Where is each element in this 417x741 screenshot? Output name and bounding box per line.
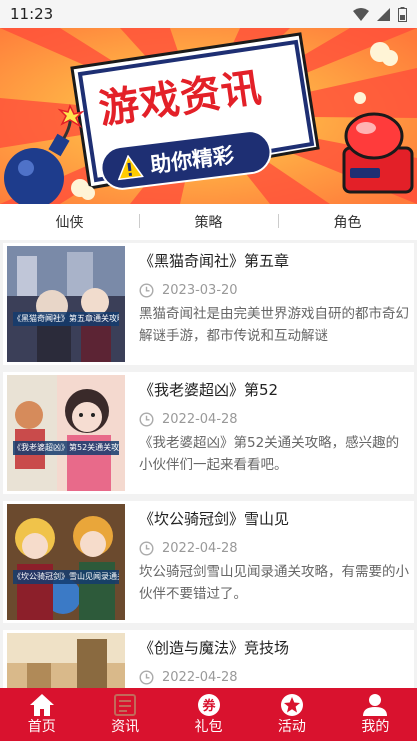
banner[interactable]: 游戏资讯 助你精彩 — [0, 28, 417, 204]
clock-icon — [139, 282, 154, 298]
banner-subtitle: 助你精彩 — [148, 143, 236, 178]
thumbnail-caption: 《我老婆超凶》第52关通关攻略 — [13, 441, 119, 455]
tab-strategy[interactable]: 策略 — [139, 212, 278, 232]
status-time: 11:23 — [10, 5, 54, 23]
news-date: 2022-04-28 — [162, 540, 238, 556]
status-icons — [353, 6, 407, 22]
news-item[interactable]: 《黑猫奇闻社》第五章通关攻略 《黑猫奇闻社》第五章 2023-03-20 黑猫奇… — [3, 243, 414, 365]
news-thumbnail — [7, 633, 125, 688]
nav-label: 首页 — [27, 719, 56, 735]
nav-label: 礼包 — [194, 719, 223, 735]
news-title: 《创造与魔法》竞技场 — [139, 639, 290, 657]
nav-label: 活动 — [277, 719, 306, 735]
news-thumbnail: 《黑猫奇闻社》第五章通关攻略 — [7, 246, 125, 362]
nav-home[interactable]: 首页 — [0, 688, 83, 741]
news-title: 《坎公骑冠剑》雪山见 — [139, 510, 290, 528]
signal-icon — [377, 7, 390, 21]
news-item[interactable]: 《创造与魔法》竞技场 2022-04-28 — [3, 630, 414, 688]
news-title: 《黑猫奇闻社》第五章 — [139, 252, 290, 270]
nav-label: 我的 — [361, 719, 390, 735]
nav-label: 资讯 — [111, 719, 140, 735]
category-tabs: 仙侠 策略 角色 — [0, 204, 417, 240]
news-description: 《我老婆超凶》第52关通关攻略，感兴趣的小伙伴们一起来看看吧。 — [139, 435, 400, 473]
news-body: 《我老婆超凶》第52 2022-04-28 《我老婆超凶》第52关通关攻略，感兴… — [125, 372, 414, 494]
news-date-row: 2022-04-28 — [139, 668, 410, 686]
news-item[interactable]: 《坎公骑冠剑》雪山见闻录通关攻略 《坎公骑冠剑》雪山见 2022-04-28 坎… — [3, 501, 414, 623]
bottom-nav: 首页 资讯 券 礼包 活动 我的 — [0, 688, 417, 741]
thumbnail-caption: 《黑猫奇闻社》第五章通关攻略 — [13, 312, 119, 326]
user-icon — [363, 694, 388, 716]
tab-role[interactable]: 角色 — [278, 212, 417, 232]
news-date-row: 2022-04-28 — [139, 539, 410, 557]
warning-icon — [117, 154, 144, 181]
nav-profile[interactable]: 我的 — [334, 688, 417, 741]
news-thumbnail: 《我老婆超凶》第52关通关攻略 — [7, 375, 125, 491]
nav-gift[interactable]: 券 礼包 — [167, 688, 250, 741]
news-date: 2022-04-28 — [162, 411, 238, 427]
status-bar: 11:23 — [0, 0, 417, 28]
svg-text:券: 券 — [201, 698, 216, 714]
tab-xianxia[interactable]: 仙侠 — [0, 212, 139, 232]
news-thumbnail: 《坎公骑冠剑》雪山见闻录通关攻略 — [7, 504, 125, 620]
news-body: 《黑猫奇闻社》第五章 2023-03-20 黑猫奇闻社是由完美世界游戏自研的都市… — [125, 243, 414, 365]
news-body: 《创造与魔法》竞技场 2022-04-28 — [125, 630, 414, 688]
battery-icon — [398, 6, 407, 22]
news-title: 《我老婆超凶》第52 — [139, 381, 279, 399]
news-date-row: 2022-04-28 — [139, 410, 410, 428]
clock-icon — [139, 669, 154, 685]
news-body: 《坎公骑冠剑》雪山见 2022-04-28 坎公骑冠剑雪山见闻录通关攻略，有需要… — [125, 501, 414, 623]
home-icon — [29, 694, 54, 716]
news-date: 2023-03-20 — [162, 282, 238, 298]
news-date: 2022-04-28 — [162, 669, 238, 685]
nav-news[interactable]: 资讯 — [83, 688, 166, 741]
news-description: 黑猫奇闻社是由完美世界游戏自研的都市奇幻解谜手游，都市传说和互动解谜 — [139, 306, 409, 344]
coupon-icon: 券 — [197, 694, 220, 716]
news-list: 《黑猫奇闻社》第五章通关攻略 《黑猫奇闻社》第五章 2023-03-20 黑猫奇… — [0, 240, 417, 688]
wifi-icon — [353, 7, 369, 21]
thumbnail-caption: 《坎公骑冠剑》雪山见闻录通关攻略 — [13, 570, 119, 584]
nav-activity[interactable]: 活动 — [250, 688, 333, 741]
news-description: 坎公骑冠剑雪山见闻录通关攻略，有需要的小伙伴不要错过了。 — [139, 564, 409, 602]
news-item[interactable]: 《我老婆超凶》第52关通关攻略 《我老婆超凶》第52 2022-04-28 《我… — [3, 372, 414, 494]
news-date-row: 2023-03-20 — [139, 281, 410, 299]
clock-icon — [139, 540, 154, 556]
clock-icon — [139, 411, 154, 427]
activity-icon — [280, 694, 303, 716]
news-icon — [114, 694, 137, 716]
